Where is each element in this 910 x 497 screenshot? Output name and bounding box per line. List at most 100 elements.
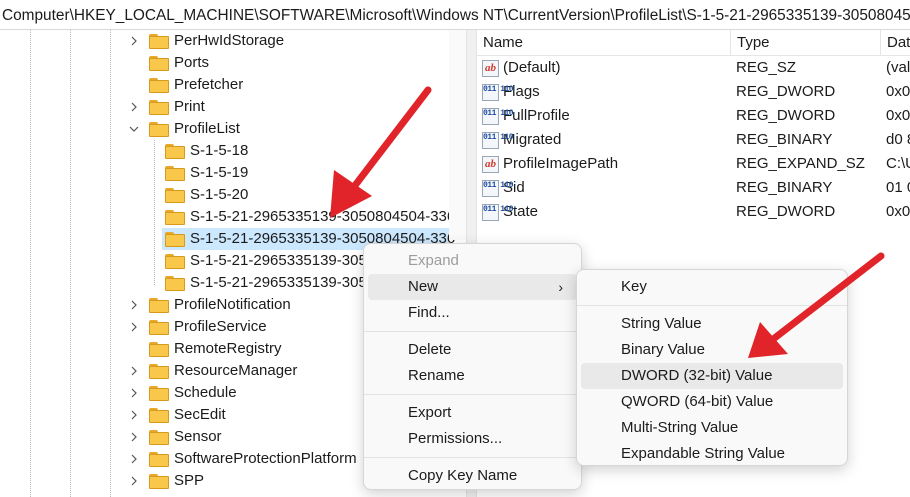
string-value-icon: ab [482,155,499,173]
tree-item-s-1-5-21-a[interactable]: S-1-5-21-2965335139-3050804504-336 [165,206,455,228]
chevron-right-icon[interactable] [128,294,140,316]
column-header-row: Name Type Dat [477,30,910,56]
tree-item-resourcemanager[interactable]: ResourceManager [128,360,297,382]
value-data: d0 8 [886,131,910,148]
address-bar[interactable]: Computer\HKEY_LOCAL_MACHINE\SOFTWARE\Mic… [0,0,910,30]
folder-icon [149,363,169,379]
tree-item-profileservice[interactable]: ProfileService [128,316,267,338]
value-row[interactable]: abProfileImagePath REG_EXPAND_SZ C:\U [477,152,910,176]
folder-icon [149,99,169,115]
value-row[interactable]: 011 110Sid REG_BINARY 01 0 [477,176,910,200]
tree-item-s-1-5-19[interactable]: S-1-5-19 [165,162,248,184]
value-type: REG_BINARY [736,179,833,196]
tree-item-s-1-5-21-c[interactable]: S-1-5-21-2965335139-305 [165,250,367,272]
folder-icon [149,33,169,49]
folder-icon [165,187,185,203]
menu-item-permissions[interactable]: Permissions... [368,426,577,452]
tree-guide-line [70,30,71,497]
tree-item-prefetcher[interactable]: Prefetcher [149,74,243,96]
menu-separator [364,394,581,395]
submenu-item-qword-value[interactable]: QWORD (64-bit) Value [581,389,843,415]
folder-icon [165,143,185,159]
string-value-icon: ab [482,59,499,77]
tree-item-label: Sensor [174,428,222,445]
tree-item-softwareprotectionplatform[interactable]: SoftwareProtectionPlatform [128,448,357,470]
tree-item-perhwidstorage[interactable]: PerHwIdStorage [128,30,284,52]
tree-item-print[interactable]: Print [128,96,205,118]
chevron-right-icon[interactable] [128,30,140,52]
menu-item-export[interactable]: Export [368,400,577,426]
value-row[interactable]: 011 110 FullProfile REG_DWORD 0x0 [477,104,910,128]
folder-icon [149,473,169,489]
chevron-right-icon[interactable] [128,360,140,382]
menu-item-expand[interactable]: Expand [368,248,577,274]
folder-icon [165,209,185,225]
column-header-name[interactable]: Name [477,30,731,56]
menu-item-new[interactable]: New › [368,274,577,300]
menu-item-label: New [408,278,439,295]
submenu-arrow-icon: › [558,279,563,295]
value-row[interactable]: ab (Default) REG_SZ (val [477,56,910,80]
tree-item-spp[interactable]: SPP [128,470,204,492]
tree-item-remoteregistry[interactable]: RemoteRegistry [149,338,282,360]
chevron-down-icon[interactable] [128,118,140,140]
tree-item-label: ProfileService [174,318,267,335]
tree-item-label: RemoteRegistry [174,340,282,357]
menu-item-delete[interactable]: Delete [368,337,577,363]
submenu-item-string-value[interactable]: String Value [581,311,843,337]
menu-item-rename[interactable]: Rename [368,363,577,389]
tree-item-s-1-5-21-d[interactable]: S-1-5-21-2965335139-305 [165,272,367,294]
tree-item-label: PerHwIdStorage [174,32,285,49]
binary-value-icon: 011 110 [482,179,514,197]
folder-icon [165,165,185,181]
menu-separator [364,331,581,332]
folder-icon [149,55,169,71]
value-row[interactable]: 011 110 Flags REG_DWORD 0x0 [477,80,910,104]
chevron-right-icon[interactable] [128,470,140,492]
tree-item-secedit[interactable]: SecEdit [128,404,226,426]
tree-guide-line [154,140,155,285]
tree-item-label: S-1-5-19 [190,164,249,181]
chevron-right-icon[interactable] [128,426,140,448]
chevron-right-icon[interactable] [128,448,140,470]
tree-item-ports[interactable]: Ports [149,52,209,74]
submenu-item-multi-string-value[interactable]: Multi-String Value [581,415,843,441]
tree-scrollbar[interactable] [449,30,466,240]
tree-item-label: ProfileNotification [174,296,291,313]
value-type: REG_BINARY [736,131,833,148]
submenu-item-expandable-string-value[interactable]: Expandable String Value [581,441,843,467]
tree-item-label: ResourceManager [174,362,298,379]
tree-item-s-1-5-20[interactable]: S-1-5-20 [165,184,248,206]
value-row[interactable]: 011 110 State REG_DWORD 0x0 [477,200,910,224]
tree-item-schedule[interactable]: Schedule [128,382,237,404]
folder-icon [149,385,169,401]
column-header-data[interactable]: Dat [881,30,910,56]
chevron-right-icon[interactable] [128,404,140,426]
chevron-right-icon[interactable] [128,96,140,118]
address-path: Computer\HKEY_LOCAL_MACHINE\SOFTWARE\Mic… [2,7,910,24]
tree-item-s-1-5-18[interactable]: S-1-5-18 [165,140,248,162]
tree-item-label: S-1-5-21-2965335139-3050804504-336 [190,208,456,225]
chevron-right-icon[interactable] [128,382,140,404]
value-type: REG_SZ [736,59,797,76]
folder-icon [149,297,169,313]
menu-separator [364,457,581,458]
submenu-item-dword-value[interactable]: DWORD (32-bit) Value [581,363,843,389]
submenu-item-binary-value[interactable]: Binary Value [581,337,843,363]
submenu-item-key[interactable]: Key [581,274,843,300]
value-name: ProfileImagePath [503,155,619,172]
tree-item-sensor[interactable]: Sensor [128,426,222,448]
folder-icon [165,275,185,291]
folder-icon [149,121,169,137]
value-data: C:\U [886,155,910,172]
column-header-type[interactable]: Type [731,30,881,56]
tree-item-profilelist[interactable]: ProfileList [128,118,240,140]
menu-item-find[interactable]: Find... [368,300,577,326]
binary-value-icon: 011 110 [482,83,514,101]
tree-item-label: ProfileList [174,120,240,137]
tree-item-label: S-1-5-18 [190,142,249,159]
value-row[interactable]: 011 110Migrated REG_BINARY d0 8 [477,128,910,152]
menu-item-copy-key-name[interactable]: Copy Key Name [368,463,577,489]
chevron-right-icon[interactable] [128,316,140,338]
tree-item-profilenotification[interactable]: ProfileNotification [128,294,291,316]
